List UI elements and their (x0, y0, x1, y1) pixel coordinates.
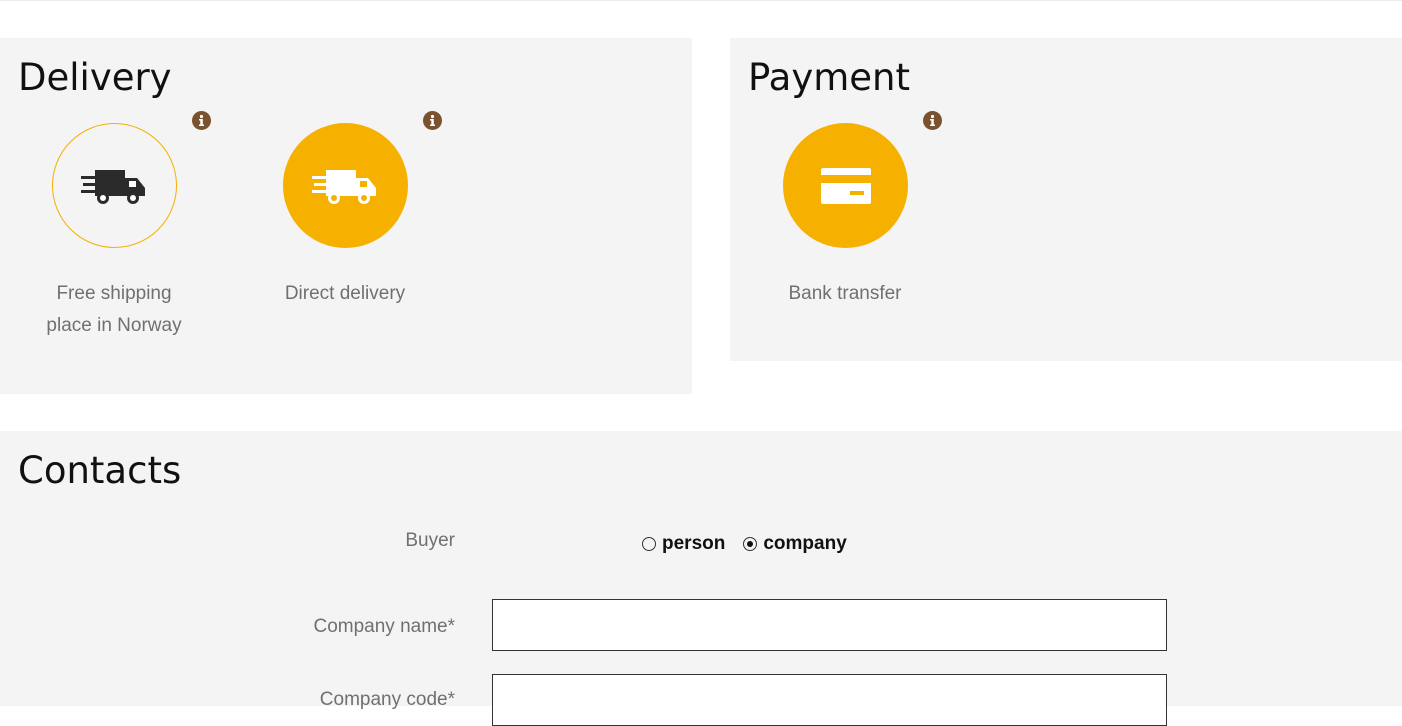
delivery-truck-icon (311, 169, 376, 204)
contacts-panel: Contacts Buyer person company Company na… (0, 431, 1402, 726)
company-code-input[interactable] (492, 674, 1167, 726)
company-name-label: Company name* (313, 616, 455, 637)
delivery-option-circle[interactable] (52, 123, 177, 248)
delivery-option-circle[interactable] (283, 123, 408, 248)
buyer-person-radio[interactable] (642, 537, 656, 551)
delivery-option-label: Direct delivery (245, 278, 445, 310)
delivery-option-label-line1: Free shipping (56, 283, 172, 304)
buyer-company-label[interactable]: company (763, 533, 846, 555)
buyer-label: Buyer (405, 530, 455, 551)
delivery-option-free-shipping[interactable]: Free shipping place in Norway (14, 110, 214, 350)
delivery-option-label: Free shipping place in Norway (14, 278, 214, 342)
delivery-title: Delivery (18, 56, 172, 99)
info-icon[interactable] (192, 111, 211, 130)
company-name-input[interactable] (492, 599, 1167, 651)
delivery-panel: Delivery Free shipping place in Norway D… (0, 38, 692, 394)
delivery-option-direct-delivery[interactable]: Direct delivery (245, 110, 445, 350)
payment-title: Payment (748, 56, 910, 99)
payment-option-label: Bank transfer (788, 283, 902, 304)
delivery-option-label-line2: place in Norway (46, 315, 182, 336)
company-code-label: Company code* (319, 689, 455, 710)
contacts-title: Contacts (18, 449, 182, 492)
delivery-option-label-line1: Direct delivery (284, 283, 406, 304)
credit-card-icon (820, 167, 871, 204)
payment-option-circle[interactable] (783, 123, 908, 248)
info-icon[interactable] (423, 111, 442, 130)
delivery-truck-icon (80, 169, 145, 204)
buyer-company-radio[interactable] (743, 537, 758, 551)
buyer-person-label[interactable]: person (662, 533, 725, 555)
payment-option-bank-transfer[interactable]: Bank transfer (745, 110, 945, 350)
info-icon[interactable] (923, 111, 942, 130)
payment-panel: Payment Bank transfer (730, 38, 1402, 361)
top-divider (0, 0, 1402, 1)
buyer-type-radio-group: person company (642, 533, 865, 555)
